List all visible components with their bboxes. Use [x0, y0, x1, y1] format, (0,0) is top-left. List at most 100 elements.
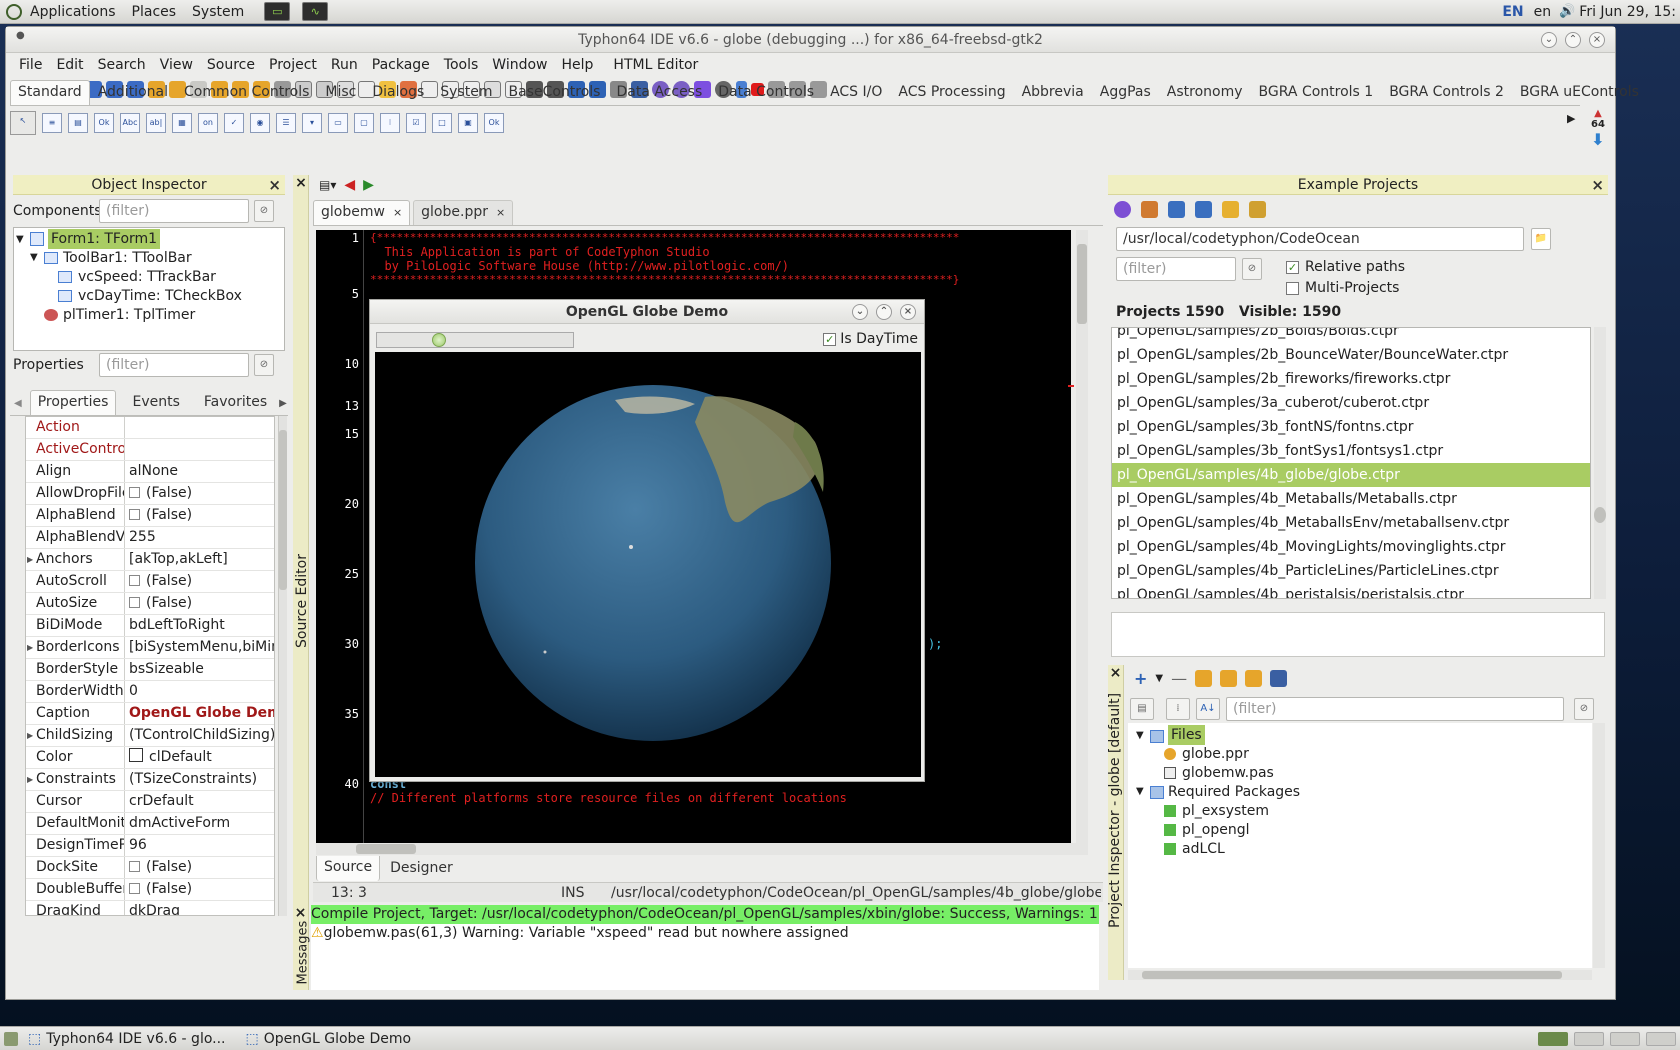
properties-filter-input[interactable]: (filter) [99, 353, 249, 377]
tbutton-icon[interactable]: Ok [94, 113, 114, 133]
palette-tab-misc[interactable]: Misc [317, 80, 364, 105]
tlistbox-icon[interactable]: ☰ [276, 113, 296, 133]
palette-tab-system[interactable]: System [432, 80, 500, 105]
system-menu[interactable]: System [184, 4, 252, 20]
checkbox-box[interactable] [129, 861, 140, 872]
scrollbar-thumb[interactable] [1142, 971, 1562, 979]
file-globe-ppr[interactable]: globe.ppr [1182, 744, 1249, 764]
required-packages-node[interactable]: Required Packages [1168, 782, 1300, 802]
close-icon[interactable]: × [293, 175, 309, 191]
tradiogroup-icon[interactable]: ⁝ [380, 113, 400, 133]
property-value[interactable]: crDefault [125, 791, 274, 812]
speed-trackbar[interactable] [376, 332, 574, 348]
project-list-item[interactable]: pl_OpenGL/samples/2b_Bolds/Bolds.ctpr [1112, 328, 1590, 343]
property-value[interactable]: bdLeftToRight [125, 615, 274, 636]
palette-badge-64[interactable]: ▲ 64 ⬇ [1587, 108, 1609, 156]
property-value[interactable]: (False) [125, 571, 274, 592]
filter-clear-icon[interactable]: ⊘ [1574, 698, 1594, 720]
menu-view[interactable]: View [153, 57, 200, 73]
project-list-item[interactable]: pl_OpenGL/samples/4b_globe/globe.ctpr [1112, 463, 1590, 487]
property-value[interactable]: dkDrag [125, 901, 274, 915]
filter-clear-icon[interactable]: ⊘ [254, 354, 274, 376]
property-row[interactable]: BorderWidth 0 [26, 681, 274, 703]
property-row[interactable]: Cursor crDefault [26, 791, 274, 813]
property-value[interactable]: (False) [125, 857, 274, 878]
project-list-item[interactable]: pl_OpenGL/samples/4b_MovingLights/moving… [1112, 535, 1590, 559]
language-indicator[interactable]: en [1530, 4, 1556, 20]
palette-tab-standard[interactable]: Standard [10, 80, 90, 105]
editor-menu-icon[interactable]: ▤▾ [319, 178, 336, 192]
pointer-tool-icon[interactable]: ↖ [10, 111, 36, 135]
property-value[interactable]: (False) [125, 505, 274, 526]
components-filter-input[interactable]: (filter) [99, 199, 249, 223]
palette-tab-common-controls[interactable]: Common Controls [176, 80, 317, 105]
menu-help[interactable]: Help [555, 57, 601, 73]
project-list-scrollbar[interactable] [1594, 327, 1606, 599]
scrollbar-thumb[interactable] [1594, 507, 1606, 523]
workspace-3[interactable] [1610, 1031, 1640, 1046]
editor-hscrollbar[interactable] [316, 843, 1088, 855]
palette-tab-data-access[interactable]: Data Access [608, 80, 710, 105]
tab-events[interactable]: Events [124, 390, 187, 415]
property-row[interactable]: Action [26, 417, 274, 439]
project-tree-hscrollbar[interactable] [1128, 970, 1592, 980]
places-menu[interactable]: Places [124, 4, 185, 20]
system-monitor-icon[interactable]: ∿ [302, 2, 329, 21]
property-grid-scrollbar[interactable] [278, 416, 287, 916]
jump-back-icon[interactable]: ◀ [344, 177, 355, 193]
menu-html-editor[interactable]: HTML Editor [606, 57, 705, 73]
property-row[interactable]: ▶ BorderIcons [biSystemMenu,biMini [26, 637, 274, 659]
workspace-4[interactable] [1646, 1031, 1676, 1046]
add-icon[interactable]: + [1134, 669, 1147, 688]
tree-item-toolbar1[interactable]: ToolBar1: TToolBar [63, 248, 192, 268]
sort-alpha-icon[interactable]: A↓ [1196, 698, 1220, 720]
tree-item-pltimer1[interactable]: plTimer1: TplTimer [63, 305, 195, 325]
expand-icon[interactable]: ▶ [27, 769, 33, 790]
property-value[interactable]: [biSystemMenu,biMini [125, 637, 274, 658]
dropdown-arrow-icon[interactable]: ▼ [1155, 673, 1163, 684]
checkbox-box[interactable] [129, 509, 140, 520]
minimize-icon[interactable]: ⌄ [1541, 32, 1557, 48]
scrollbar-thumb[interactable] [356, 844, 416, 854]
tcheckgroup-icon[interactable]: ☑ [406, 113, 426, 133]
property-value[interactable]: (TSizeConstraints) [125, 769, 274, 790]
property-row[interactable]: Color clDefault [26, 747, 274, 769]
tradiobutton-icon[interactable]: ◉ [250, 113, 270, 133]
checkbox-box[interactable] [129, 575, 140, 586]
palette-tab-abbrevia[interactable]: Abbrevia [1014, 80, 1092, 105]
expand-icon[interactable]: ▼ [16, 230, 24, 250]
palette-tab-acs-processing[interactable]: ACS Processing [890, 80, 1013, 105]
project-list-item[interactable]: pl_OpenGL/samples/4b_MetaballsEnv/metaba… [1112, 511, 1590, 535]
editor-vscrollbar[interactable] [1076, 230, 1088, 843]
project-list-item[interactable]: pl_OpenGL/samples/3b_fontSys1/fontsys1.c… [1112, 439, 1590, 463]
tactionlist-icon[interactable]: Ok [484, 113, 504, 133]
palette-scroll-right[interactable]: ▶ [1567, 112, 1575, 125]
options-icon[interactable] [1220, 670, 1238, 687]
menu-window[interactable]: Window [485, 57, 554, 73]
palette-tab-data-controls[interactable]: Data Controls [710, 80, 822, 105]
close-icon[interactable]: × [1589, 32, 1605, 48]
close-tab-icon[interactable]: × [393, 206, 402, 219]
property-row[interactable]: AutoSize (False) [26, 593, 274, 615]
property-row[interactable]: Align alNone [26, 461, 274, 483]
menu-file[interactable]: File [12, 57, 49, 73]
tgroupbox-icon[interactable]: ▢ [354, 113, 374, 133]
clock[interactable]: Fri Jun 29, 15: [1579, 4, 1680, 20]
menu-run[interactable]: Run [324, 57, 365, 73]
project-list-item[interactable]: pl_OpenGL/samples/4b_ParticleLines/Parti… [1112, 559, 1590, 583]
property-value[interactable]: clDefault [125, 747, 274, 768]
property-value[interactable]: dmActiveForm [125, 813, 274, 834]
palette-tab-bgra-controls-2[interactable]: BGRA Controls 2 [1381, 80, 1512, 105]
package-pl-exsystem[interactable]: pl_exsystem [1182, 801, 1269, 821]
property-value[interactable]: (False) [125, 483, 274, 504]
daytime-checkbox[interactable]: ✓ Is DayTime [823, 331, 918, 347]
terminal-icon[interactable]: ▭ [264, 2, 291, 21]
tedit-icon[interactable]: ab| [146, 113, 166, 133]
multi-projects-checkbox[interactable]: Multi-Projects [1286, 280, 1399, 296]
checkmark-icon[interactable]: ✓ [823, 332, 837, 346]
property-value[interactable]: alNone [125, 461, 274, 482]
checkmark-icon[interactable]: ✓ [1286, 260, 1299, 274]
property-row[interactable]: DockSite (False) [26, 857, 274, 879]
window-menu-dot[interactable]: ● [16, 30, 25, 41]
property-value[interactable]: (False) [125, 879, 274, 900]
